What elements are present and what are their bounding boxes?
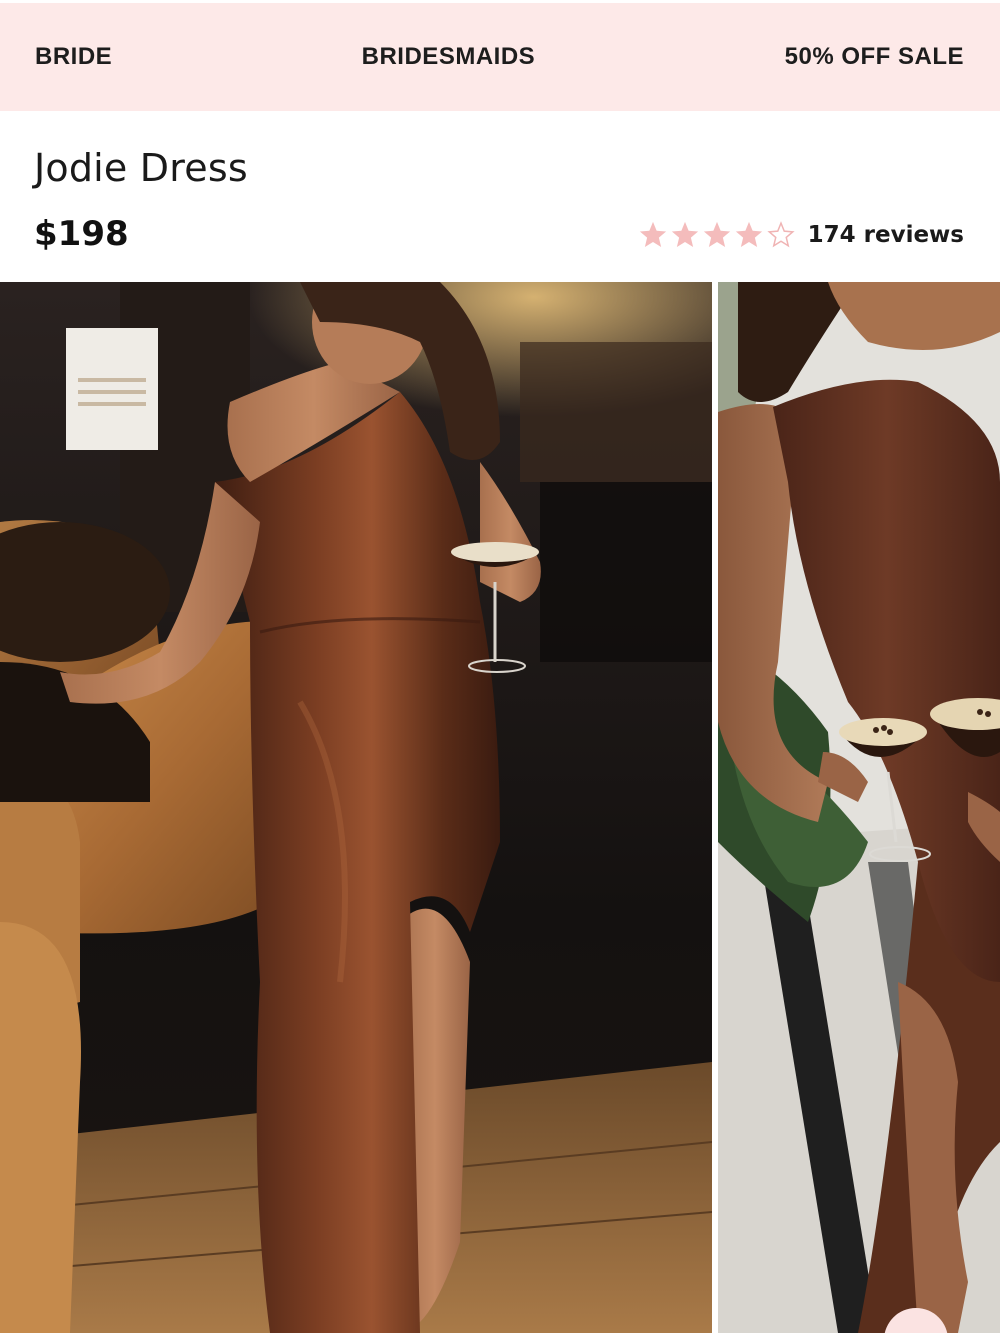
star-filled-icon [639,221,666,247]
star-filled-icon [671,221,698,247]
product-photo-main[interactable] [0,282,712,1333]
product-price: $198 [34,214,129,254]
nav-link-bride[interactable]: BRIDE [35,43,112,71]
star-filled-icon [703,221,730,247]
nav-link-bridesmaids[interactable]: BRIDESMAIDS [362,43,536,71]
star-rating [638,220,798,250]
star-filled-icon [735,221,762,247]
star-empty-icon [767,221,795,248]
rating-summary[interactable]: 174 reviews [638,220,964,250]
reviews-count: 174 reviews [807,222,964,248]
product-page: BRIDE BRIDESMAIDS 50% OFF SALE Jodie Dre… [0,0,1000,1333]
product-title: Jodie Dress [34,146,248,190]
product-photo-secondary[interactable] [718,282,1000,1333]
product-gallery[interactable] [0,282,1000,1333]
photo-brown-satin-one-shoulder-dress-bar [0,282,712,1333]
nav-link-sale[interactable]: 50% OFF SALE [785,43,964,71]
photo-brown-satin-dress-espresso-martinis [718,282,1000,1333]
category-nav: BRIDE BRIDESMAIDS 50% OFF SALE [0,0,1000,111]
